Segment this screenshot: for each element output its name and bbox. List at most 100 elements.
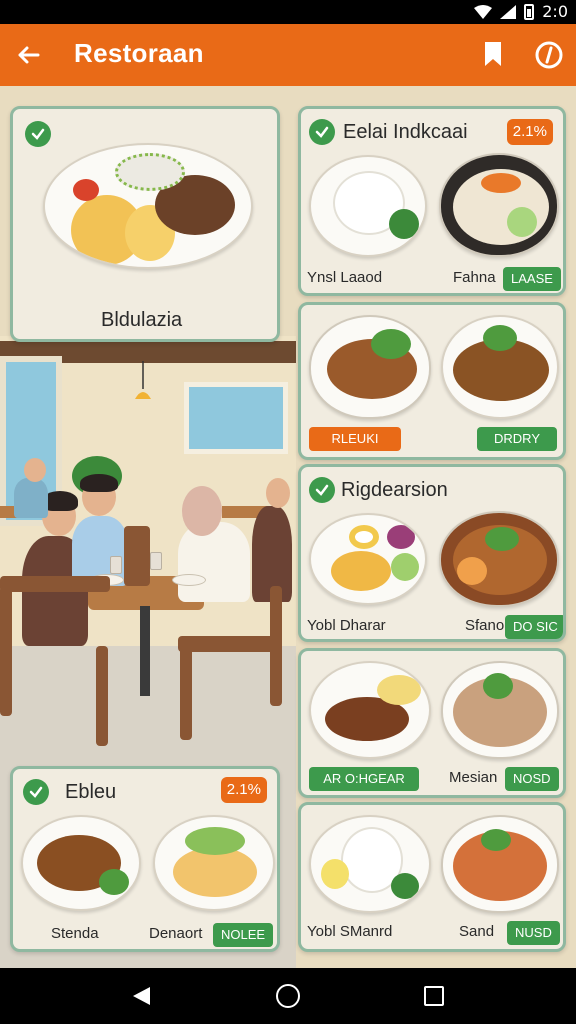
diner-head: [182, 486, 222, 536]
item-tag[interactable]: NUSD: [507, 921, 560, 945]
item-label: Mesian: [449, 769, 498, 786]
item-tag[interactable]: NOSD: [505, 767, 559, 791]
small-plate: [172, 574, 206, 586]
menu-card-bottom[interactable]: Ebleu 2.1% Stenda Denaort NOLEE: [10, 766, 280, 952]
dish-image: [441, 661, 559, 759]
dish-image: [309, 661, 431, 759]
page-title: Restoraan: [74, 38, 204, 68]
featured-title: Bldulazia: [101, 309, 183, 331]
chair: [0, 576, 110, 592]
food-lemon: [321, 859, 349, 889]
food-tomato: [73, 179, 99, 201]
item-tag[interactable]: AR O:HGEAR: [309, 767, 419, 791]
percent-badge: 2.1%: [220, 777, 267, 803]
system-nav-bar: [0, 968, 576, 1024]
card-title: Rigdearsion: [341, 479, 448, 501]
dish-image: [441, 315, 559, 419]
check-icon: [309, 477, 335, 503]
food-onion: [387, 525, 415, 549]
chair: [0, 586, 12, 716]
food-rice: [377, 675, 421, 705]
food-greens: [483, 673, 513, 699]
dish-image: [309, 815, 431, 913]
chair: [178, 636, 278, 652]
item-tag[interactable]: NOLEE: [213, 923, 274, 947]
food-greens: [99, 869, 129, 895]
food-greens: [185, 827, 245, 855]
app-bar: Restoraan: [0, 24, 576, 86]
food-greens: [481, 829, 511, 851]
scene-window-right: [184, 382, 288, 454]
menu-card-3[interactable]: Rigdearsion Yobl Dharar Sfano DO SIC: [298, 464, 566, 642]
diner-head: [24, 458, 46, 482]
content-area: Bldulazia Eelai Indkcaai 2.1% Ynsl Laaod…: [0, 86, 576, 968]
wifi-icon: [474, 4, 493, 19]
nav-home-icon[interactable]: [276, 984, 300, 1008]
info-circle-icon[interactable]: [534, 40, 564, 70]
nav-back-icon[interactable]: [130, 985, 152, 1007]
table-leg: [140, 606, 150, 696]
item-tag[interactable]: DO SIC: [505, 615, 563, 639]
battery-icon: [524, 3, 535, 20]
food-greens: [483, 325, 517, 351]
check-icon: [309, 119, 335, 145]
chair: [180, 646, 192, 740]
chair: [124, 526, 150, 586]
food-cucumber: [507, 207, 537, 237]
dish-image: [309, 315, 431, 419]
diner-head: [266, 478, 290, 508]
food-cucumber: [391, 553, 419, 581]
menu-card-5[interactable]: Yobl SManrd Sand NUSD: [298, 802, 566, 952]
featured-dish-card[interactable]: Bldulazia: [10, 106, 280, 342]
item-label: Sand: [459, 923, 495, 940]
dish-image: [43, 143, 253, 269]
item-label: Yobl Dharar: [307, 617, 386, 634]
food-salad: [115, 153, 185, 191]
item-tag[interactable]: DRDRY: [477, 427, 557, 451]
diner-hair: [80, 474, 118, 492]
signal-icon: [500, 4, 517, 19]
dish-image: [153, 815, 275, 911]
bookmark-icon[interactable]: [480, 39, 506, 69]
check-icon: [23, 779, 49, 805]
percent-badge: 2.1%: [506, 119, 553, 145]
drink-cup: [110, 556, 122, 574]
card-title: Ebleu: [65, 781, 117, 803]
item-label: Stenda: [51, 925, 99, 942]
menu-card-4[interactable]: AR O:HGEAR Mesian NOSD: [298, 648, 566, 798]
food-leaf: [391, 873, 419, 899]
food-egg: [349, 525, 379, 549]
item-label: Ynsl Laaod: [307, 269, 383, 286]
item-tag[interactable]: RLEUKI: [309, 427, 401, 451]
item-tag[interactable]: LAASE: [503, 267, 561, 291]
arrow-left-icon[interactable]: [14, 40, 44, 70]
diner-figure: [178, 522, 250, 602]
dish-image: [441, 815, 559, 913]
menu-card-1[interactable]: Eelai Indkcaai 2.1% Ynsl Laaod Fahna LAA…: [298, 106, 566, 296]
lamp-icon: [135, 361, 151, 399]
diner-figure: [14, 478, 48, 518]
card-title: Eelai Indkcaai: [343, 121, 468, 143]
food-bread: [331, 551, 391, 591]
dish-image: [309, 155, 427, 257]
item-label: Fahna: [453, 269, 496, 286]
food-dumpling: [457, 557, 487, 585]
item-label: Yobl SManrd: [307, 923, 393, 940]
nav-recents-icon[interactable]: [424, 986, 444, 1006]
food-carrot: [481, 173, 521, 193]
chair: [270, 586, 282, 706]
item-label: Denaort: [149, 925, 203, 942]
status-bar: 2:0: [0, 0, 576, 24]
dish-image: [439, 511, 559, 607]
food-greens: [485, 527, 519, 551]
status-time: 2:0: [542, 2, 568, 21]
dish-image: [309, 513, 427, 605]
check-icon: [25, 121, 51, 147]
dish-image: [439, 153, 559, 257]
dish-image: [21, 815, 141, 911]
chair: [96, 646, 108, 746]
food-leaf: [389, 209, 419, 239]
drink-cup: [150, 552, 162, 570]
item-label: Sfano: [465, 617, 505, 634]
menu-card-2[interactable]: RLEUKI DRDRY: [298, 302, 566, 460]
